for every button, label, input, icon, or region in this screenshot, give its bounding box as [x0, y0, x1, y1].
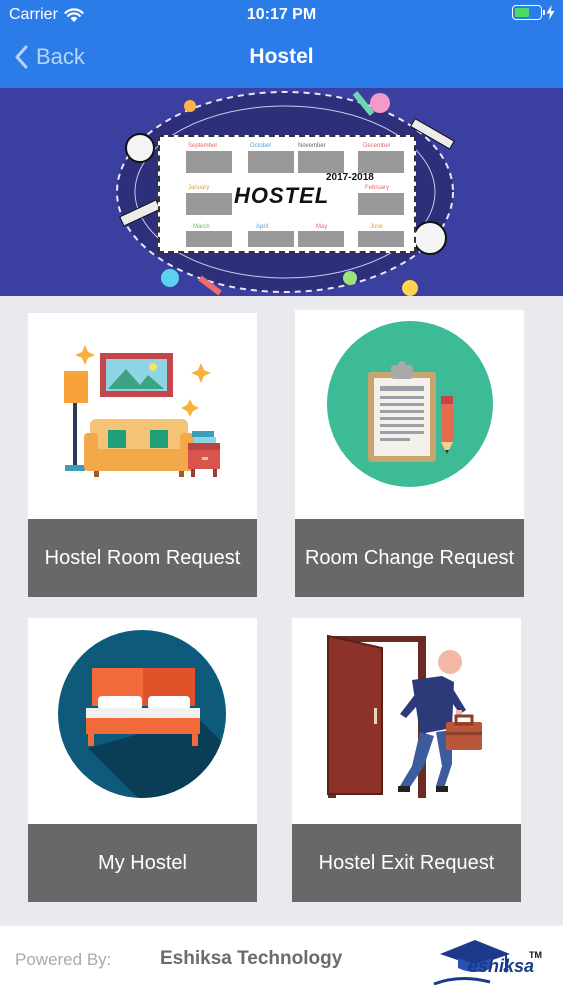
svg-text:January: January — [188, 185, 209, 191]
tile-label: My Hostel — [28, 824, 257, 902]
room-request-icon — [64, 345, 220, 477]
page-title: Hostel — [249, 45, 314, 68]
svg-text:June: June — [370, 224, 384, 230]
tile-label: Hostel Exit Request — [292, 824, 521, 902]
svg-text:March: March — [193, 224, 210, 230]
navigation-bar: Carrier 10:17 PM Back Hostel — [0, 0, 563, 88]
svg-text:May: May — [316, 224, 327, 230]
status-time: 10:17 PM — [246, 6, 317, 23]
room-change-request-tile[interactable]: Room Change Request — [295, 310, 524, 597]
status-bar: Carrier 10:17 PM — [0, 0, 563, 30]
charging-bolt-icon — [546, 5, 555, 20]
hostel-room-request-tile[interactable]: Hostel Room Request — [28, 313, 257, 597]
svg-text:February: February — [365, 185, 389, 191]
svg-text:September: September — [188, 143, 217, 149]
svg-text:October: October — [250, 143, 271, 149]
svg-text:April: April — [256, 224, 268, 230]
clipboard-icon — [327, 321, 493, 487]
trademark-label: TM — [529, 950, 542, 960]
svg-text:December: December — [363, 143, 391, 149]
tile-label: Room Change Request — [295, 519, 524, 597]
banner-year: 2017-2018 — [326, 172, 374, 183]
battery-icon — [512, 5, 545, 20]
logo-text: eshiksa — [468, 956, 535, 976]
hostel-exit-request-tile[interactable]: Hostel Exit Request — [292, 618, 521, 902]
powered-by-label: Powered By: — [15, 950, 112, 969]
bed-icon — [58, 630, 226, 798]
exit-door-icon — [327, 634, 482, 798]
company-name: Eshiksa Technology — [160, 948, 343, 969]
svg-text:November: November — [298, 143, 326, 149]
banner-title: HOSTEL — [234, 183, 330, 208]
hostel-banner: September October November December Janu… — [0, 88, 563, 296]
my-hostel-tile[interactable]: My Hostel — [28, 618, 257, 902]
battery-indicator — [512, 5, 555, 20]
tile-label: Hostel Room Request — [28, 519, 257, 597]
